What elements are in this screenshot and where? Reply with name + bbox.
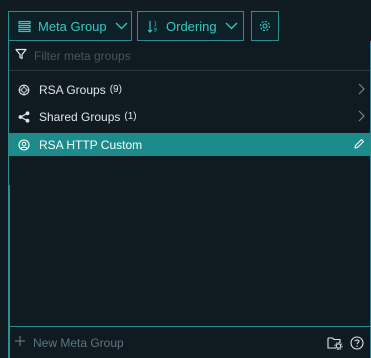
settings-button[interactable] <box>251 11 279 41</box>
plus-icon <box>14 335 26 350</box>
list-icon <box>18 20 31 33</box>
filter-bar <box>9 41 370 70</box>
panel-footer: New Meta Group <box>9 327 370 358</box>
list-item-rsa-http-custom[interactable]: RSA HTTP Custom <box>9 133 370 156</box>
toolbar: Meta Group 19 Ordering <box>0 0 371 42</box>
meta-group-label: Meta Group <box>38 18 107 34</box>
list-item-rsa-groups[interactable]: RSA Groups (9) <box>9 78 370 101</box>
ordering-dropdown[interactable]: 19 Ordering <box>137 11 244 41</box>
filter-separator <box>9 70 370 71</box>
svg-text:9: 9 <box>154 27 158 33</box>
chevron-down-icon <box>225 22 238 30</box>
meta-group-panel: RSA Groups (9) Shared Groups (1) RSA HTT… <box>8 41 371 358</box>
folder-settings-icon[interactable] <box>327 336 343 353</box>
edit-pencil-icon[interactable] <box>353 138 365 153</box>
chevron-down-icon <box>115 22 128 30</box>
chevron-right-icon <box>358 83 365 98</box>
rsa-groups-icon <box>18 84 30 96</box>
list-item-shared-groups[interactable]: Shared Groups (1) <box>9 105 370 128</box>
gear-icon <box>258 19 272 33</box>
meta-group-dropdown[interactable]: Meta Group <box>8 11 132 41</box>
list-item-label: RSA Groups <box>39 82 106 97</box>
chevron-right-icon <box>358 110 365 125</box>
ordering-label: Ordering <box>166 18 217 34</box>
new-meta-group-button[interactable]: New Meta Group <box>14 335 124 350</box>
list-item-count: (1) <box>124 111 137 122</box>
user-circle-icon <box>18 138 30 151</box>
share-icon <box>18 110 30 123</box>
new-meta-group-label: New Meta Group <box>33 335 124 350</box>
list-item-label: Shared Groups <box>39 109 121 124</box>
filter-icon <box>15 48 27 63</box>
list-item-label: RSA HTTP Custom <box>39 137 143 152</box>
list-item-count: (9) <box>109 84 122 95</box>
help-icon[interactable] <box>350 336 364 353</box>
filter-input[interactable] <box>34 48 334 63</box>
sort-icon: 19 <box>147 20 159 33</box>
